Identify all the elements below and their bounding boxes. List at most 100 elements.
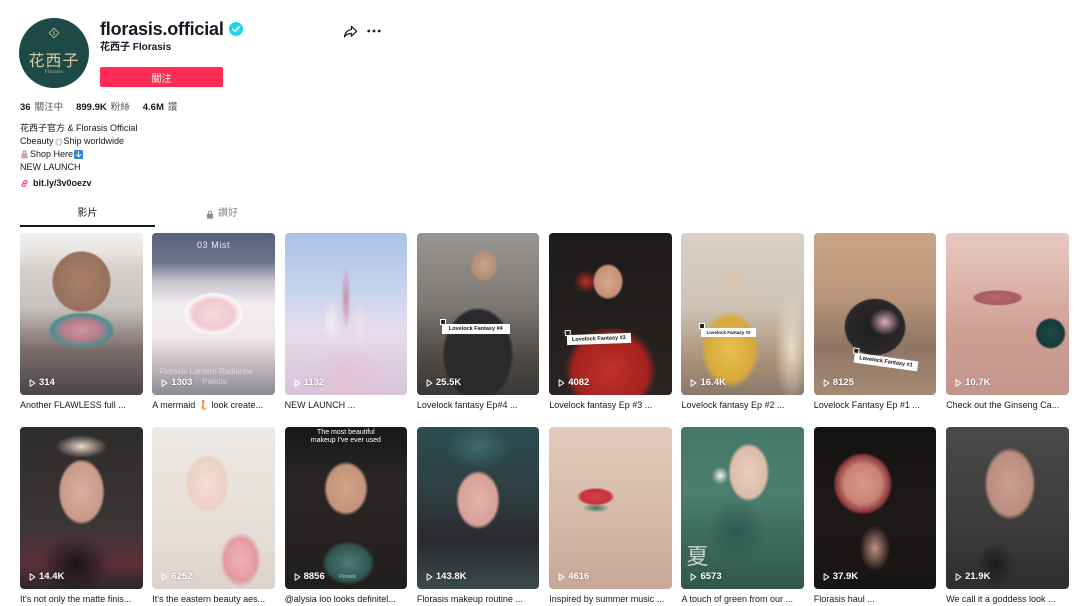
video-thumbnail[interactable]: 1132 xyxy=(284,233,408,395)
video-thumbnail[interactable]: 314 xyxy=(20,233,143,395)
video-thumbnail[interactable]: 03 Mist Florasis Lantern Radiance Palette 1… xyxy=(152,233,275,395)
video-card[interactable]: 1132 NEW LAUNCH ... xyxy=(284,233,408,411)
thumbnail-overlay-text: Florasis Lantern Radiance xyxy=(159,367,253,376)
followers-stat[interactable]: 899.9K 粉絲 xyxy=(76,102,130,114)
video-card[interactable]: Lovelock Fantasy #4 25.5K Lovelock fantasy… xyxy=(416,233,540,411)
video-caption[interactable]: Another FLAWLESS full ... xyxy=(20,399,143,411)
bio-line: 花西子官方 & Florasis Official xyxy=(20,123,138,133)
view-count: 8125 xyxy=(823,377,854,388)
video-thumbnail[interactable]: 14.4K xyxy=(20,427,143,589)
view-count: 4616 xyxy=(558,571,589,582)
video-card[interactable]: 21.9K We call it a goddess look ... xyxy=(946,427,1069,605)
video-caption[interactable]: It's not only the matte finis... xyxy=(20,593,143,605)
followers-count: 899.9K xyxy=(76,102,107,113)
bio-link[interactable]: bit.ly/3v0oezv xyxy=(20,178,92,188)
play-icon xyxy=(161,572,168,581)
video-thumbnail[interactable]: 143.8K xyxy=(416,427,540,589)
view-count-value: 143.8K xyxy=(435,571,467,582)
video-thumbnail[interactable]: The most beautiful makeup I've ever used F… xyxy=(284,427,408,589)
view-count-value: 4082 xyxy=(568,377,590,388)
view-count-value: 25.5K xyxy=(435,377,462,388)
video-thumbnail[interactable]: 10.7K xyxy=(946,233,1069,395)
video-card[interactable]: Lovelock Fantasy #2 16.4K Lovelock fantasy… xyxy=(681,233,804,411)
brand-diamond-icon xyxy=(48,26,60,39)
video-caption[interactable]: Lovelock fantasy Ep#4 ... xyxy=(417,399,540,411)
video-caption[interactable]: A mermaid 🧜 look create... xyxy=(152,399,275,411)
video-caption[interactable]: It's the eastern beauty aes... xyxy=(152,593,275,605)
video-card[interactable]: 314 Another FLAWLESS full ... xyxy=(20,233,143,411)
view-count-value: 314 xyxy=(39,377,55,388)
thumbnail-overlay-text: 03 Mist xyxy=(196,240,231,250)
play-icon xyxy=(294,378,301,387)
thumbnail-overlay-text: makeup I've ever used xyxy=(310,437,381,444)
view-count-value: 1132 xyxy=(303,377,325,388)
view-count: 1132 xyxy=(294,377,325,388)
video-card[interactable]: 夏 6573 A touch of green from our ... xyxy=(681,427,804,605)
nickname: 花西子 Florasis xyxy=(100,42,172,53)
video-caption[interactable]: Lovelock Fantasy Ep #1 ... xyxy=(814,399,937,411)
video-thumbnail[interactable]: Lovelock Fantasy #4 25.5K xyxy=(416,233,540,395)
video-card[interactable]: 143.8K Florasis makeup routine ... xyxy=(416,427,540,605)
video-thumbnail[interactable]: 21.9K xyxy=(946,427,1069,589)
more-options-icon[interactable] xyxy=(367,29,381,34)
profile-bio: 花西子官方 & Florasis Official Cbeauty Ship w… xyxy=(20,122,137,174)
video-card[interactable]: 6252 It's the eastern beauty aes... xyxy=(152,427,275,605)
video-caption[interactable]: Florasis makeup routine ... xyxy=(417,593,540,605)
verified-badge-icon xyxy=(228,22,243,36)
profile-avatar[interactable]: 花西子 Florasis xyxy=(19,18,89,88)
video-card[interactable]: The most beautiful makeup I've ever used F… xyxy=(284,427,408,605)
play-icon xyxy=(955,572,962,581)
video-card[interactable]: 03 Mist Florasis Lantern Radiance Palette 1… xyxy=(152,233,275,411)
view-count-value: 8125 xyxy=(832,377,854,388)
video-thumbnail[interactable]: 6252 xyxy=(152,427,275,589)
view-count-value: 1303 xyxy=(171,377,193,388)
shopping-bag-icon xyxy=(20,150,29,159)
bio-text: Ship worldwide xyxy=(63,136,125,146)
thumbnail-overlay-text: Palette xyxy=(202,377,228,386)
video-thumbnail[interactable]: 37.9K xyxy=(813,427,937,589)
video-thumbnail[interactable]: 夏 6573 xyxy=(681,427,804,589)
view-count: 16.4K xyxy=(690,377,726,388)
play-icon xyxy=(955,378,962,387)
following-label: 關注中 xyxy=(34,102,64,113)
likes-label: 讚 xyxy=(167,102,178,113)
video-thumbnail[interactable]: Lovelock Fantasy #2 16.4K xyxy=(681,233,804,395)
play-icon xyxy=(29,572,36,581)
video-caption[interactable]: Lovelock fantasy Ep #3 ... xyxy=(549,399,672,411)
video-caption[interactable]: Check out the Ginseng Ca... xyxy=(946,399,1069,411)
video-caption[interactable]: Lovelock fantasy Ep #2 ... xyxy=(681,399,804,411)
video-caption[interactable]: Inspired by summer music ... xyxy=(549,593,672,605)
avatar-brand-subtext: Florasis xyxy=(44,70,64,75)
video-card[interactable]: 10.7K Check out the Ginseng Ca... xyxy=(946,233,1069,411)
link-icon xyxy=(20,179,29,188)
follow-button[interactable]: 關注 xyxy=(100,67,223,87)
video-thumbnail[interactable]: 4616 xyxy=(549,427,672,589)
video-card[interactable]: 37.9K Florasis haul ... xyxy=(813,427,937,605)
video-card[interactable]: Lovelock Fantasy #1 8125 Lovelock Fantasy … xyxy=(813,233,937,411)
play-icon xyxy=(558,378,565,387)
video-thumbnail[interactable]: Lovelock Fantasy #3 4082 xyxy=(549,233,672,395)
video-card[interactable]: Lovelock Fantasy #3 4082 Lovelock fantasy … xyxy=(549,233,672,411)
video-caption[interactable]: Florasis haul ... xyxy=(814,593,937,605)
followers-label: 粉絲 xyxy=(110,102,130,113)
video-card[interactable]: 14.4K It's not only the matte finis... xyxy=(20,427,143,605)
play-icon xyxy=(558,572,565,581)
play-icon xyxy=(29,378,36,387)
video-caption[interactable]: NEW LAUNCH ... xyxy=(285,399,408,411)
video-caption[interactable]: A touch of green from our ... xyxy=(681,593,804,605)
video-caption[interactable]: We call it a goddess look ... xyxy=(946,593,1069,605)
bio-line: Shop Here xyxy=(20,148,137,161)
video-caption[interactable]: @alysia loo looks definitel... xyxy=(285,593,408,605)
video-card[interactable]: 4616 Inspired by summer music ... xyxy=(549,427,672,605)
bio-line: NEW LAUNCH xyxy=(20,162,81,172)
view-count: 6252 xyxy=(161,571,192,582)
bio-link-text[interactable]: bit.ly/3v0oezv xyxy=(33,178,92,188)
tab-liked[interactable]: 讚好 xyxy=(206,208,238,220)
view-count-value: 4616 xyxy=(568,571,590,582)
tab-videos[interactable]: 影片 xyxy=(20,208,155,220)
video-thumbnail[interactable]: Lovelock Fantasy #1 8125 xyxy=(813,233,937,395)
share-icon[interactable] xyxy=(343,24,358,39)
following-count: 36 xyxy=(20,102,31,113)
profile-stats: 36 關注中 899.9K 粉絲 4.6M 讚 xyxy=(20,102,190,114)
following-stat[interactable]: 36 關注中 xyxy=(20,102,63,114)
